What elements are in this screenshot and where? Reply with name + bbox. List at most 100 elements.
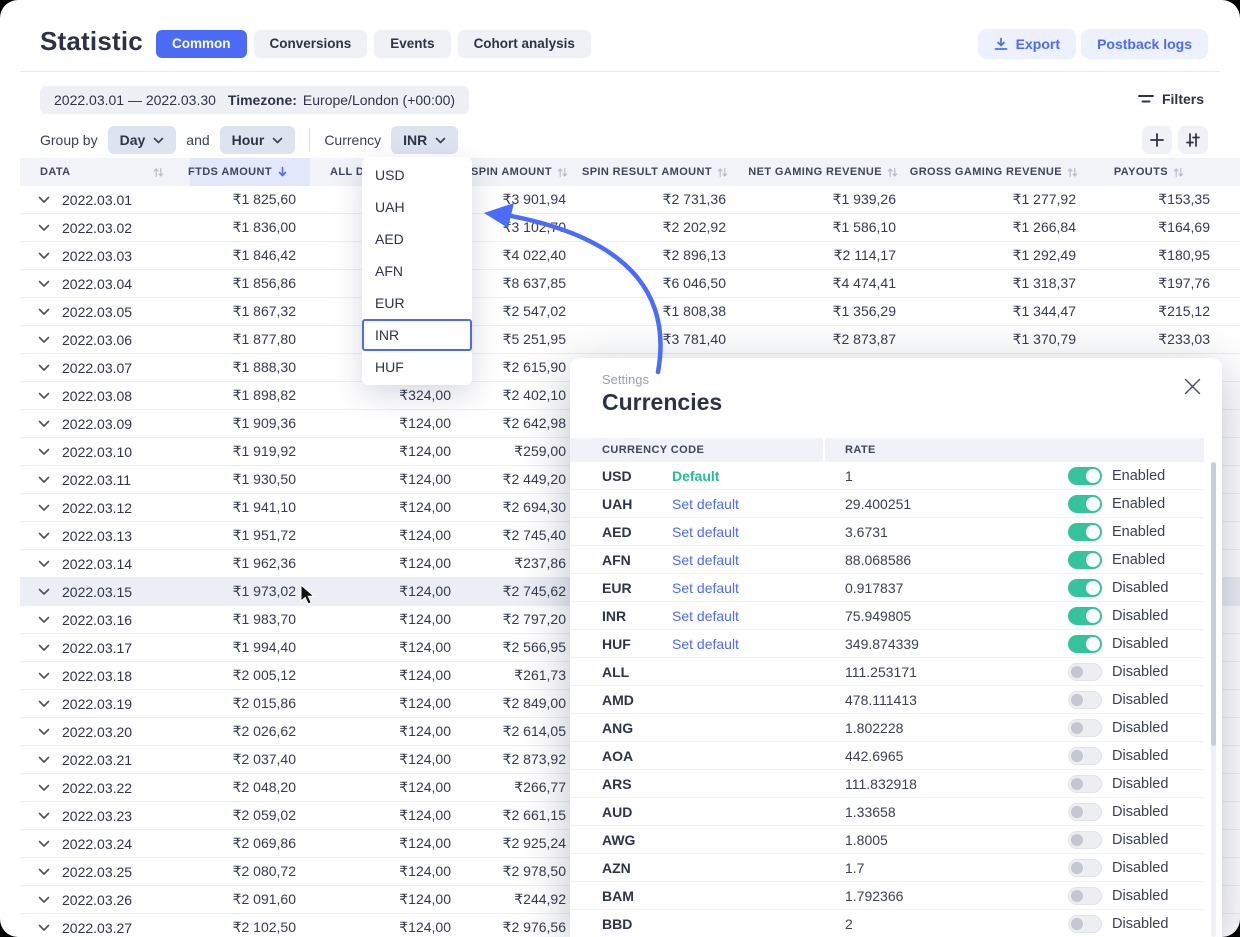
- currency-toggle[interactable]: [1068, 691, 1102, 709]
- row-expand-chevron-icon[interactable]: [38, 644, 50, 652]
- date-cell: 2022.03.05: [20, 298, 190, 325]
- currency-option-usd[interactable]: USD: [362, 159, 472, 191]
- column-header-net[interactable]: NET GAMING REVENUE: [740, 158, 910, 186]
- currency-toggle[interactable]: [1068, 495, 1102, 513]
- close-icon[interactable]: [1180, 374, 1204, 398]
- row-expand-chevron-icon[interactable]: [38, 532, 50, 540]
- postback-logs-button[interactable]: Postback logs: [1081, 29, 1208, 59]
- currency-toggle[interactable]: [1068, 719, 1102, 737]
- group-primary-select[interactable]: Day: [108, 126, 177, 154]
- set-default-link[interactable]: Set default: [672, 602, 739, 629]
- tab-events[interactable]: Events: [374, 30, 450, 58]
- sort-icon[interactable]: [1173, 167, 1184, 178]
- table-row[interactable]: 2022.03.05₹1 867,32₹2 547,02₹1 808,38₹1 …: [20, 298, 1240, 326]
- row-expand-chevron-icon[interactable]: [38, 756, 50, 764]
- row-expand-chevron-icon[interactable]: [38, 476, 50, 484]
- sort-icon[interactable]: [887, 167, 898, 178]
- row-expand-chevron-icon[interactable]: [38, 560, 50, 568]
- currency-toggle[interactable]: [1068, 775, 1102, 793]
- column-header-spin_result[interactable]: SPIN RESULT AMOUNT: [580, 158, 740, 186]
- add-column-button[interactable]: [1142, 126, 1172, 154]
- set-default-link[interactable]: Set default: [672, 630, 739, 657]
- row-expand-chevron-icon[interactable]: [38, 308, 50, 316]
- table-row[interactable]: 2022.03.04₹1 856,86₹8 637,85₹6 046,50₹4 …: [20, 270, 1240, 298]
- sort-icon[interactable]: [153, 167, 164, 178]
- ftds-cell: ₹1 941,10: [190, 494, 310, 521]
- currency-toggle[interactable]: [1068, 663, 1102, 681]
- row-expand-chevron-icon[interactable]: [38, 868, 50, 876]
- export-button[interactable]: Export: [978, 29, 1076, 59]
- row-expand-chevron-icon[interactable]: [38, 224, 50, 232]
- column-header-spin[interactable]: SPIN AMOUNT: [465, 158, 580, 186]
- currency-toggle[interactable]: [1068, 579, 1102, 597]
- ftds-cell: ₹1 951,72: [190, 522, 310, 549]
- currency-toggle[interactable]: [1068, 635, 1102, 653]
- row-expand-chevron-icon[interactable]: [38, 504, 50, 512]
- table-row[interactable]: 2022.03.02₹1 836,00₹3 102,70₹2 202,92₹1 …: [20, 214, 1240, 242]
- sort-desc-icon[interactable]: [277, 166, 288, 178]
- currency-toggle[interactable]: [1068, 887, 1102, 905]
- ftds-cell: ₹1 983,70: [190, 606, 310, 633]
- group-secondary-select[interactable]: Hour: [220, 126, 296, 154]
- row-expand-chevron-icon[interactable]: [38, 840, 50, 848]
- currency-toggle[interactable]: [1068, 915, 1102, 933]
- row-expand-chevron-icon[interactable]: [38, 728, 50, 736]
- set-default-link[interactable]: Set default: [672, 518, 739, 545]
- column-header-gross[interactable]: GROSS GAMING REVENUE: [910, 158, 1090, 186]
- currency-select[interactable]: INR: [391, 126, 458, 154]
- currency-option-uah[interactable]: UAH: [362, 191, 472, 223]
- row-expand-chevron-icon[interactable]: [38, 588, 50, 596]
- filters-button[interactable]: Filters: [1138, 91, 1204, 107]
- currency-toggle[interactable]: [1068, 803, 1102, 821]
- set-default-link[interactable]: Set default: [672, 490, 739, 517]
- table-row[interactable]: 2022.03.03₹1 846,42₹4 022,40₹2 896,13₹2 …: [20, 242, 1240, 270]
- currency-option-inr[interactable]: INR: [362, 319, 472, 351]
- date-range-chip[interactable]: 2022.03.01 — 2022.03.30 Timezone: Europe…: [40, 86, 469, 114]
- set-default-link[interactable]: Set default: [672, 546, 739, 573]
- tab-cohort-analysis[interactable]: Cohort analysis: [458, 30, 591, 58]
- currency-toggle[interactable]: [1068, 523, 1102, 541]
- sort-icon[interactable]: [557, 167, 568, 178]
- column-settings-button[interactable]: [1178, 126, 1208, 154]
- row-expand-chevron-icon[interactable]: [38, 672, 50, 680]
- row-expand-chevron-icon[interactable]: [38, 392, 50, 400]
- currency-option-huf[interactable]: HUF: [362, 351, 472, 383]
- currency-toggle[interactable]: [1068, 747, 1102, 765]
- table-row[interactable]: 2022.03.06₹1 877,80₹5 251,95₹3 781,40₹2 …: [20, 326, 1240, 354]
- row-expand-chevron-icon[interactable]: [38, 812, 50, 820]
- currency-toggle[interactable]: [1068, 831, 1102, 849]
- row-expand-chevron-icon[interactable]: [38, 196, 50, 204]
- tab-conversions[interactable]: Conversions: [254, 30, 368, 58]
- scrollbar-thumb[interactable]: [1211, 462, 1216, 746]
- row-expand-chevron-icon[interactable]: [38, 336, 50, 344]
- currency-option-aed[interactable]: AED: [362, 223, 472, 255]
- modal-scrollbar[interactable]: [1211, 462, 1216, 937]
- table-row[interactable]: 2022.03.01₹1 825,60₹3 901,94₹2 731,36₹1 …: [20, 186, 1240, 214]
- column-header-ftds[interactable]: FTDS AMOUNT: [190, 158, 310, 186]
- tab-common[interactable]: Common: [156, 30, 247, 58]
- row-expand-chevron-icon[interactable]: [38, 420, 50, 428]
- currency-toggle[interactable]: [1068, 859, 1102, 877]
- column-header-date[interactable]: DATA: [20, 158, 190, 186]
- currency-option-eur[interactable]: EUR: [362, 287, 472, 319]
- all_deposits-cell: ₹124,00: [310, 690, 465, 717]
- row-expand-chevron-icon[interactable]: [38, 280, 50, 288]
- row-expand-chevron-icon[interactable]: [38, 364, 50, 372]
- row-expand-chevron-icon[interactable]: [38, 616, 50, 624]
- currency-toggle[interactable]: [1068, 467, 1102, 485]
- sort-icon[interactable]: [717, 167, 728, 178]
- currency-toggle[interactable]: [1068, 551, 1102, 569]
- sort-icon[interactable]: [1067, 167, 1078, 178]
- row-expand-chevron-icon[interactable]: [38, 252, 50, 260]
- column-header-payouts[interactable]: PAYOUTS: [1090, 158, 1220, 186]
- currency-option-afn[interactable]: AFN: [362, 255, 472, 287]
- row-expand-chevron-icon[interactable]: [38, 700, 50, 708]
- row-expand-chevron-icon[interactable]: [38, 784, 50, 792]
- row-expand-chevron-icon[interactable]: [38, 924, 50, 932]
- currency-row: AWG1.8005Disabled: [570, 826, 1204, 854]
- set-default-link[interactable]: Set default: [672, 574, 739, 601]
- row-date: 2022.03.02: [62, 220, 132, 236]
- currency-toggle[interactable]: [1068, 607, 1102, 625]
- row-expand-chevron-icon[interactable]: [38, 448, 50, 456]
- row-expand-chevron-icon[interactable]: [38, 896, 50, 904]
